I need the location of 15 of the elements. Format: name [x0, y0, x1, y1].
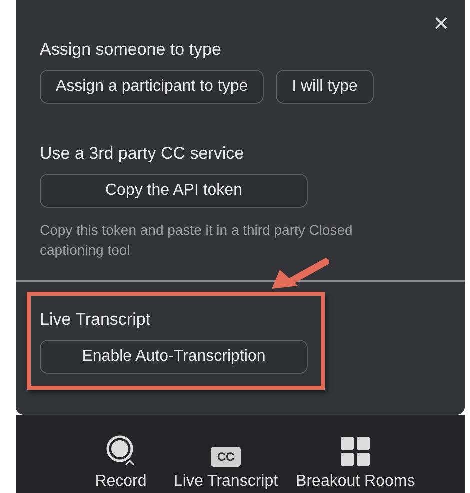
section-title: Assign someone to type — [40, 40, 222, 60]
option-button[interactable]: Assign a participant to type — [40, 70, 264, 104]
close-button[interactable]: × — [430, 10, 453, 36]
toolbar-button[interactable]: CC Live Transcript — [174, 447, 278, 491]
option-button[interactable]: Enable Auto-Transcription — [40, 340, 308, 374]
grid-icon — [340, 437, 371, 467]
option-button[interactable]: Copy the API token — [40, 174, 308, 208]
toolbar-button[interactable]: Breakout Rooms — [296, 437, 416, 491]
toolbar-button[interactable]: Record — [86, 435, 156, 491]
cc-icon: CC — [211, 447, 241, 467]
hint-text: Copy this token and paste it in a third party Closed captioning tool — [40, 221, 354, 260]
option-button[interactable]: I will type — [276, 70, 374, 104]
record-icon — [106, 435, 136, 467]
section-title: Use a 3rd party CC service — [40, 144, 246, 164]
section-title: Live Transcript — [40, 310, 152, 330]
